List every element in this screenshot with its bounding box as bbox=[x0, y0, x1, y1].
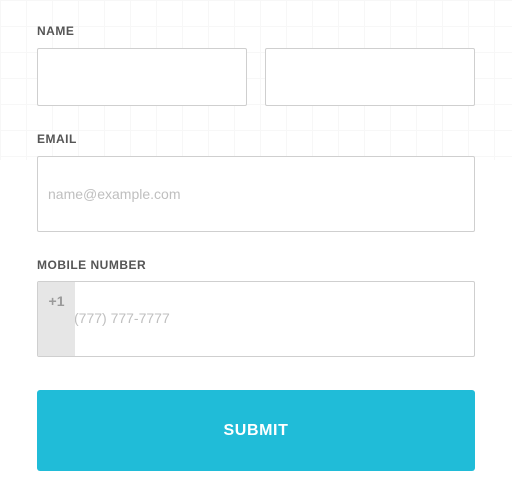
mobile-number-label: MOBILE NUMBER bbox=[37, 258, 147, 272]
contact-form: NAME EMAIL name@example.com MOBILE NUMBE… bbox=[0, 0, 512, 495]
first-name-input[interactable] bbox=[37, 48, 247, 106]
email-placeholder: name@example.com bbox=[48, 186, 181, 202]
email-input[interactable]: name@example.com bbox=[37, 156, 475, 232]
email-label: EMAIL bbox=[37, 132, 77, 146]
last-name-input[interactable] bbox=[265, 48, 475, 106]
phone-placeholder: (777) 777-7777 bbox=[74, 310, 170, 326]
mobile-number-input[interactable]: (777) 777-7777 +1 bbox=[37, 281, 475, 357]
submit-button[interactable]: SUBMIT bbox=[37, 390, 475, 471]
country-code-prefix: +1 bbox=[38, 282, 75, 356]
name-label: NAME bbox=[37, 24, 75, 38]
